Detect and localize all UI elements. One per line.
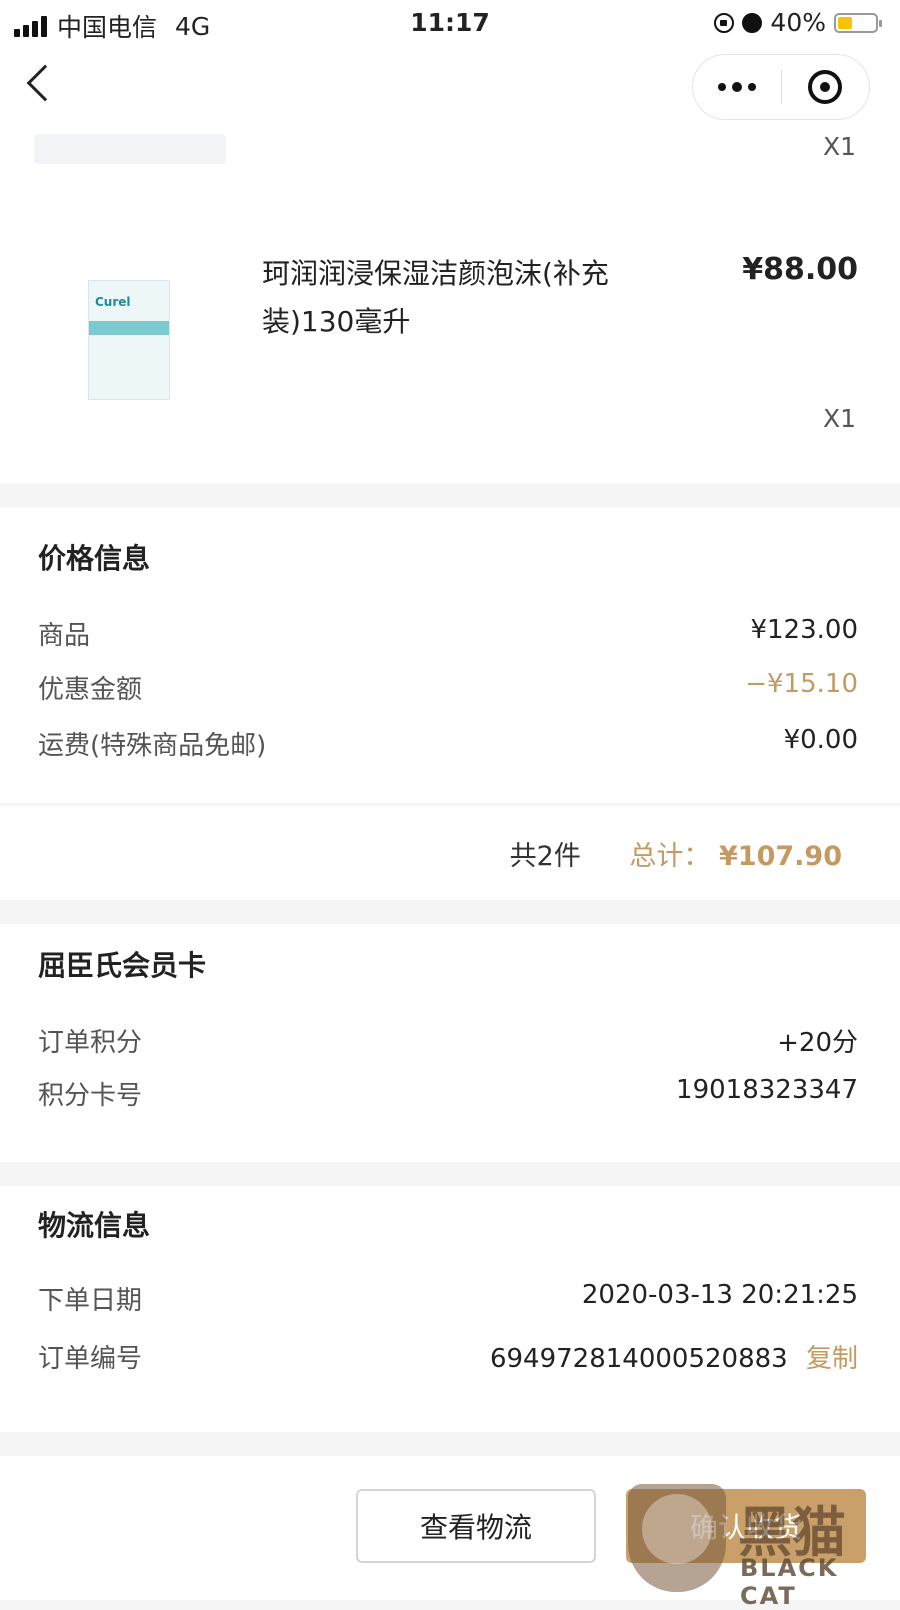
black-cat-watermark-icon [628, 1484, 726, 1592]
logistics-section: 物流信息 下单日期 2020-03-13 20:21:25 订单编号 69497… [0, 1186, 900, 1432]
order-date-value: 2020-03-13 20:21:25 [581, 1280, 858, 1310]
product-name[interactable]: 珂润润浸保湿洁颜泡沫(补充装)130毫升 [262, 250, 642, 346]
points-row: 订单积分 +20分 [38, 1022, 858, 1059]
total-value: ¥107.90 [719, 841, 842, 872]
item-count: 共2件 [509, 841, 581, 872]
order-number-group: 694972814000520883 复制 [490, 1338, 858, 1375]
order-number-value: 694972814000520883 [489, 1344, 788, 1374]
discount-label: 优惠金额 [38, 675, 143, 705]
goods-value: ¥123.00 [750, 615, 858, 645]
order-date-row: 下单日期 2020-03-13 20:21:25 [38, 1280, 858, 1317]
price-info-card: 价格信息 商品 ¥123.00 优惠金额 −¥15.10 运费(特殊商品免邮) … [0, 507, 900, 803]
goods-row: 商品 ¥123.00 [38, 615, 858, 652]
card-number-value: 19018323347 [676, 1075, 858, 1105]
points-label: 订单积分 [38, 1028, 143, 1058]
battery-icon [834, 12, 882, 33]
logistics-title: 物流信息 [38, 1209, 151, 1242]
product-label-band [89, 321, 169, 335]
status-bar: 中国电信 4G 11:17 40% [0, 0, 900, 46]
discount-row: 优惠金额 −¥15.10 [38, 669, 858, 706]
rotation-lock-icon [714, 12, 735, 33]
copy-button[interactable]: 复制 [806, 1344, 858, 1374]
product-qty: X1 [822, 404, 856, 433]
member-card-section: 屈臣氏会员卡 订单积分 +20分 积分卡号 19018323347 [0, 924, 900, 1162]
discount-value: −¥15.10 [745, 669, 858, 699]
product-card: X1 Curel 珂润润浸保湿洁颜泡沫(补充装)130毫升 ¥88.00 X1 [0, 130, 900, 483]
previous-item-qty: X1 [822, 132, 856, 161]
points-value: +20分 [777, 1028, 858, 1058]
shipping-label: 运费(特殊商品免邮) [38, 731, 267, 761]
order-number-label: 订单编号 [38, 1344, 143, 1374]
nav-bar [0, 46, 900, 130]
price-info-title: 价格信息 [38, 542, 151, 575]
shipping-value: ¥0.00 [783, 725, 858, 755]
shipping-row: 运费(特殊商品免邮) ¥0.00 [38, 725, 858, 762]
goods-label: 商品 [38, 621, 91, 651]
order-date-label: 下单日期 [38, 1286, 143, 1316]
back-chevron-icon[interactable] [26, 64, 64, 102]
watermark-brand-en: BLACK CAT [740, 1554, 839, 1610]
card-number-label: 积分卡号 [38, 1081, 143, 1111]
blurred-text-placeholder [34, 134, 226, 164]
total-label: 总计： [629, 841, 711, 872]
total-card: 共2件 总计： ¥107.90 [0, 806, 900, 900]
member-title: 屈臣氏会员卡 [38, 949, 207, 982]
close-target-icon[interactable] [782, 70, 870, 104]
card-number-row: 积分卡号 19018323347 [38, 1075, 858, 1112]
status-right: 40% [714, 8, 882, 37]
battery-percent: 40% [770, 8, 826, 37]
product-thumbnail[interactable]: Curel [88, 280, 170, 400]
more-dots-icon[interactable] [693, 82, 781, 92]
product-price: ¥88.00 [742, 252, 858, 287]
order-number-row: 订单编号 694972814000520883 复制 [38, 1338, 858, 1375]
miniprogram-capsule [692, 54, 870, 120]
product-logo-text: Curel [95, 295, 131, 309]
total-line: 共2件 总计： ¥107.90 [510, 834, 842, 873]
alarm-icon [742, 12, 763, 33]
view-logistics-button[interactable]: 查看物流 [356, 1489, 596, 1563]
